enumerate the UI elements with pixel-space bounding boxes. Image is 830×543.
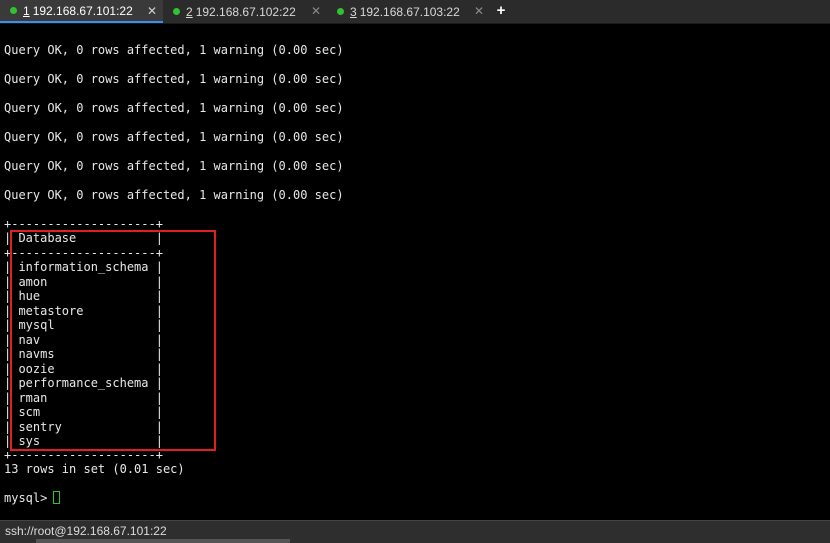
table-row: | amon |: [4, 275, 163, 289]
table-row: | performance_schema |: [4, 376, 163, 390]
query-result-line: Query OK, 0 rows affected, 1 warning (0.…: [4, 188, 344, 202]
table-row: | rman |: [4, 391, 163, 405]
table-row: | information_schema |: [4, 260, 163, 274]
tab-title: 192.168.67.101:22: [32, 3, 133, 18]
connection-status: ssh://root@192.168.67.101:22: [5, 524, 167, 538]
terminal-cursor: [53, 491, 60, 504]
tab-title: 192.168.67.103:22: [359, 4, 460, 19]
close-icon[interactable]: ✕: [311, 4, 321, 18]
tab-number: 1: [23, 3, 30, 18]
close-icon[interactable]: ✕: [147, 4, 157, 18]
table-row: | navms |: [4, 347, 163, 361]
query-result-line: Query OK, 0 rows affected, 1 warning (0.…: [4, 101, 344, 115]
mysql-prompt: mysql>: [4, 491, 55, 505]
status-strip: [36, 539, 290, 543]
table-row: | hue |: [4, 289, 163, 303]
table-row: | sys |: [4, 434, 163, 448]
query-result-line: Query OK, 0 rows affected, 1 warning (0.…: [4, 43, 344, 57]
tab-number: 2: [186, 4, 193, 19]
table-border: +--------------------+: [4, 217, 163, 231]
tab-bar: 1 192.168.67.101:22 ✕ 2 192.168.67.102:2…: [0, 0, 830, 24]
connected-status-icon: [337, 8, 344, 15]
result-summary: 13 rows in set (0.01 sec): [4, 462, 185, 476]
connected-status-icon: [173, 8, 180, 15]
tab-session-1[interactable]: 1 192.168.67.101:22 ✕: [0, 0, 163, 23]
table-header: | Database |: [4, 231, 163, 245]
tab-title: 192.168.67.102:22: [195, 4, 296, 19]
table-row: | metastore |: [4, 304, 163, 318]
table-border: +--------------------+: [4, 246, 163, 260]
query-result-line: Query OK, 0 rows affected, 1 warning (0.…: [4, 130, 344, 144]
close-icon[interactable]: ✕: [474, 4, 484, 18]
tab-session-2[interactable]: 2 192.168.67.102:22 ✕: [163, 0, 327, 23]
table-row: | scm |: [4, 405, 163, 419]
connected-status-icon: [10, 7, 17, 14]
table-row: | nav |: [4, 333, 163, 347]
terminal-output[interactable]: Query OK, 0 rows affected, 1 warning (0.…: [0, 24, 830, 520]
table-row: | mysql |: [4, 318, 163, 332]
tab-number: 3: [350, 4, 357, 19]
query-result-line: Query OK, 0 rows affected, 1 warning (0.…: [4, 159, 344, 173]
new-tab-button[interactable]: +: [492, 2, 510, 20]
query-result-line: Query OK, 0 rows affected, 1 warning (0.…: [4, 72, 344, 86]
table-border: +--------------------+: [4, 448, 163, 462]
table-row: | sentry |: [4, 420, 163, 434]
table-row: | oozie |: [4, 362, 163, 376]
tab-session-3[interactable]: 3 192.168.67.103:22 ✕: [327, 0, 490, 23]
